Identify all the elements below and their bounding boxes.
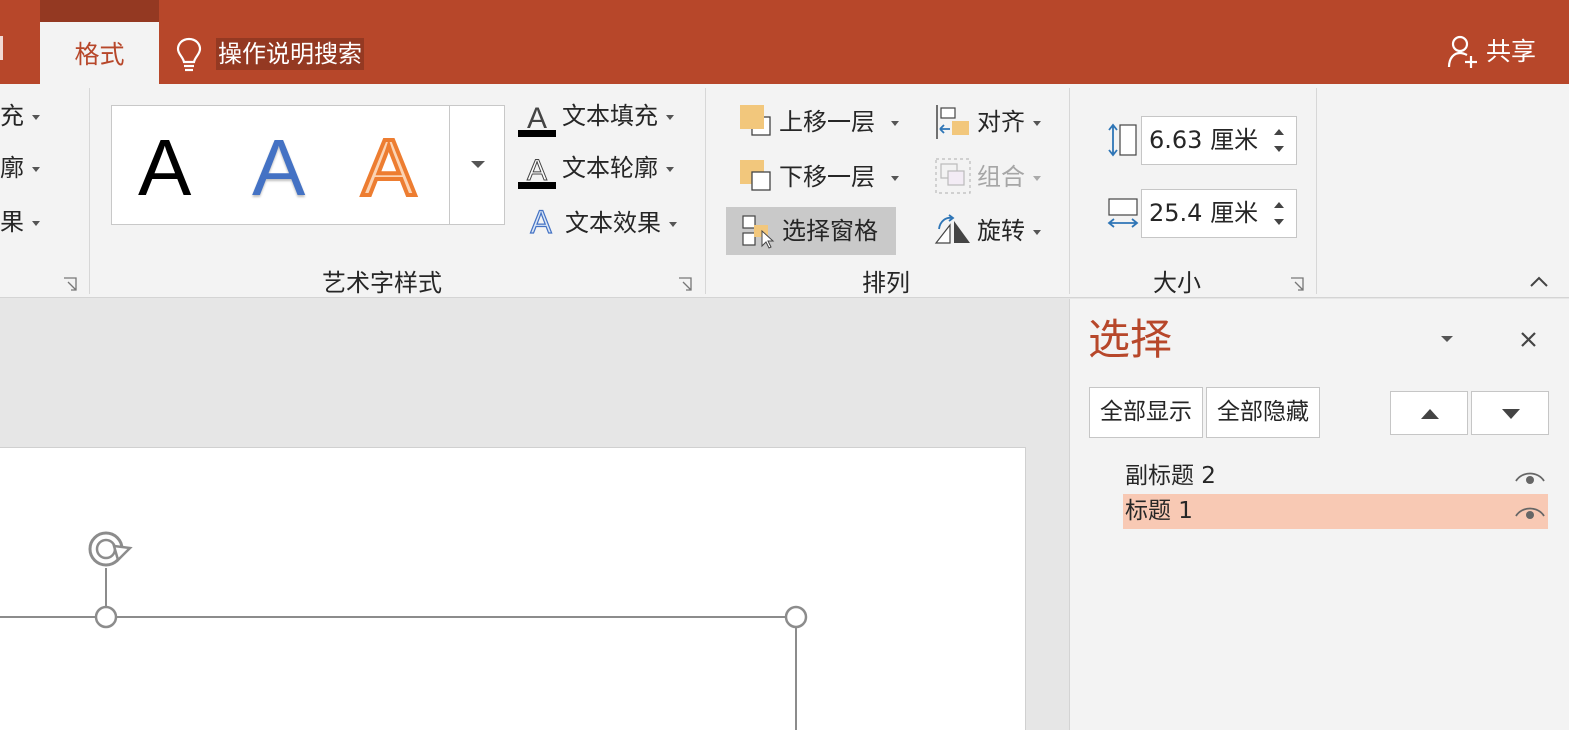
gallery-more-button[interactable] — [449, 105, 505, 225]
group-icon — [935, 158, 971, 194]
resize-handle[interactable] — [784, 605, 808, 629]
align-label: 对齐 — [977, 108, 1025, 136]
group-separator — [705, 88, 706, 294]
spin-up-icon[interactable] — [1274, 129, 1284, 135]
shape-fill-button[interactable]: 填充 — [0, 101, 40, 131]
wordart-style-orange[interactable]: A — [360, 123, 417, 213]
eye-icon[interactable] — [1514, 502, 1546, 522]
spin-down-icon[interactable] — [1274, 146, 1284, 152]
tab-format[interactable]: 格式 — [40, 22, 159, 84]
group-label: 组合 — [977, 163, 1025, 191]
dialog-launcher-icon[interactable] — [1290, 277, 1304, 291]
chevron-down-icon — [666, 114, 674, 120]
bring-forward-label: 上移一层 — [779, 108, 875, 136]
bring-forward-icon — [740, 105, 771, 136]
chevron-down-icon — [1033, 175, 1041, 181]
shape-width-icon — [1107, 198, 1139, 228]
shape-width-input[interactable]: 25.4 厘米 — [1141, 189, 1297, 238]
rotate-button[interactable]: 旋转 — [977, 216, 1041, 246]
text-outline-button[interactable]: 文本轮廓 — [562, 153, 674, 183]
dialog-launcher-icon[interactable] — [678, 277, 692, 291]
shape-width-value: 25.4 厘米 — [1149, 199, 1259, 227]
selected-shape-outline[interactable] — [0, 520, 820, 730]
rotate-label: 旋转 — [977, 217, 1025, 245]
list-item[interactable]: 副标题 2 — [1123, 459, 1548, 494]
triangle-up-icon — [1421, 409, 1439, 419]
shape-height-value: 6.63 厘米 — [1149, 126, 1259, 154]
wordart-style-blue[interactable]: A — [252, 125, 305, 211]
close-icon[interactable] — [1520, 331, 1537, 348]
move-down-button[interactable] — [1471, 391, 1549, 435]
tab-partial-label — [0, 36, 4, 60]
dialog-launcher-icon[interactable] — [63, 277, 77, 291]
chevron-down-icon — [1033, 229, 1041, 235]
chevron-down-icon — [471, 161, 485, 168]
list-item-label: 副标题 2 — [1125, 463, 1216, 489]
text-fill-label: 文本填充 — [562, 102, 658, 130]
share-person-icon — [1447, 35, 1477, 68]
chevron-down-icon — [32, 166, 40, 172]
list-item-selected[interactable]: 标题 1 — [1123, 494, 1548, 529]
selection-pane-button[interactable]: 选择窗格 — [726, 207, 896, 255]
triangle-down-icon — [1502, 409, 1520, 419]
move-up-button[interactable] — [1390, 391, 1468, 435]
size-group-label: 大小 — [1153, 269, 1201, 297]
share-button[interactable]: 共享 — [1486, 36, 1536, 68]
shape-height-input[interactable]: 6.63 厘米 — [1141, 116, 1297, 165]
arrange-group-label: 排列 — [862, 269, 910, 297]
text-fill-button[interactable]: 文本填充 — [562, 101, 674, 131]
group-separator — [89, 88, 90, 294]
shape-height-icon — [1108, 123, 1137, 157]
send-backward-icon — [740, 160, 771, 191]
spin-down-icon[interactable] — [1274, 219, 1284, 225]
chevron-down-icon — [32, 114, 40, 120]
shape-effects-label: 效果 — [0, 208, 24, 236]
chevron-down-icon — [669, 221, 677, 227]
hide-all-button[interactable]: 全部隐藏 — [1206, 387, 1320, 438]
lightbulb-icon — [176, 37, 202, 72]
rotate-icon — [934, 214, 970, 244]
text-effects-icon: A — [530, 205, 553, 239]
text-outline-label: 文本轮廓 — [562, 154, 658, 182]
selection-pane-icon — [742, 215, 775, 249]
wordart-style-black[interactable]: A — [138, 125, 191, 211]
pane-title: 选择 — [1088, 315, 1173, 364]
tell-me-search[interactable]: 操作说明搜索 — [216, 38, 364, 70]
text-effects-button[interactable]: 文本效果 — [565, 208, 677, 238]
group-separator — [1069, 88, 1070, 294]
chevron-down-icon — [891, 175, 899, 181]
pane-options-icon[interactable] — [1439, 334, 1455, 344]
tab-partial[interactable] — [0, 0, 40, 84]
align-button[interactable]: 对齐 — [977, 107, 1041, 137]
text-fill-icon: A — [518, 102, 556, 137]
list-item-label: 标题 1 — [1125, 498, 1193, 524]
bring-forward-button[interactable]: 上移一层 — [779, 107, 899, 137]
align-icon — [936, 105, 969, 139]
svg-text:A: A — [530, 205, 552, 239]
contextual-tab-header — [40, 0, 159, 22]
text-effects-label: 文本效果 — [565, 209, 661, 237]
wordart-group-label: 艺术字样式 — [322, 269, 442, 297]
rotate-handle-icon[interactable] — [88, 531, 133, 567]
spin-up-icon[interactable] — [1274, 202, 1284, 208]
text-outline-icon: A — [518, 154, 556, 189]
group-separator — [1316, 88, 1317, 294]
group-button[interactable]: 组合 — [977, 162, 1041, 192]
eye-icon[interactable] — [1514, 467, 1546, 487]
resize-handle[interactable] — [94, 605, 118, 629]
shape-outline-button[interactable]: 轮廓 — [0, 153, 40, 183]
send-backward-button[interactable]: 下移一层 — [779, 162, 899, 192]
show-all-button[interactable]: 全部显示 — [1089, 387, 1203, 438]
shape-fill-label: 填充 — [0, 102, 24, 130]
collapse-ribbon-icon[interactable] — [1529, 276, 1549, 288]
chevron-down-icon — [891, 120, 899, 126]
send-backward-label: 下移一层 — [779, 163, 875, 191]
shape-effects-button[interactable]: 效果 — [0, 207, 40, 237]
shape-outline-label: 轮廓 — [0, 154, 24, 182]
chevron-down-icon — [32, 220, 40, 226]
chevron-down-icon — [666, 166, 674, 172]
chevron-down-icon — [1033, 120, 1041, 126]
selection-pane-label: 选择窗格 — [782, 217, 878, 245]
